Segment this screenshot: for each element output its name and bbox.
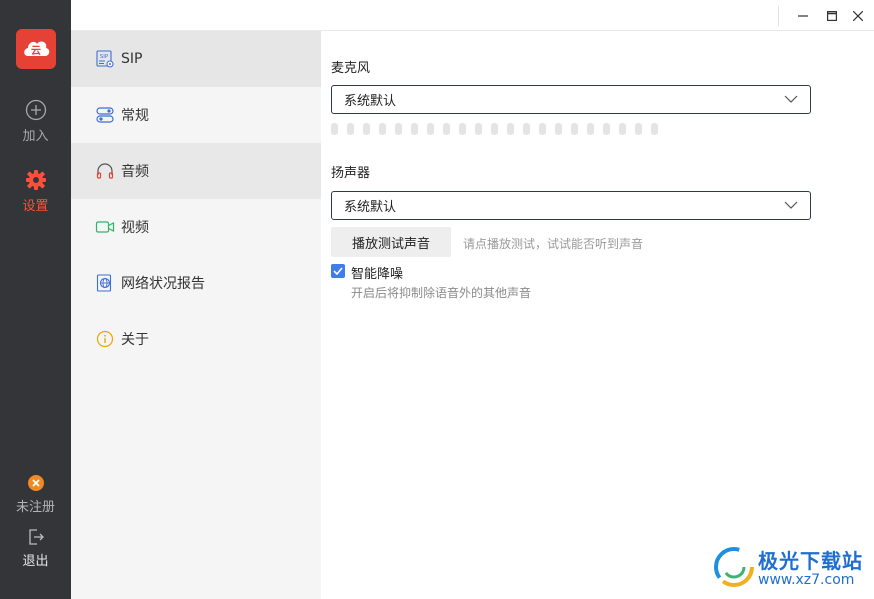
- level-segment: [475, 123, 482, 135]
- watermark-url: www.xz7.com: [758, 572, 855, 588]
- minimize-icon: [798, 15, 808, 17]
- test-sound-hint: 请点播放测试，试试能否听到声音: [463, 237, 644, 251]
- level-segment: [347, 123, 354, 135]
- level-segment: [363, 123, 370, 135]
- rail-join-label: 加入: [22, 129, 49, 144]
- nav-item-label: SIP: [121, 51, 143, 67]
- general-toggle-icon: [95, 105, 115, 125]
- level-segment: [379, 123, 386, 135]
- rail-settings-label: 设置: [22, 199, 49, 214]
- microphone-select[interactable]: 系统默认: [331, 85, 811, 114]
- microphone-selected-value: 系统默认: [344, 94, 397, 109]
- left-rail: 云 加入 设置 未注册 退出: [0, 0, 71, 599]
- close-button[interactable]: [848, 6, 868, 26]
- level-segment: [459, 123, 466, 135]
- nav-item-label: 关于: [121, 332, 149, 348]
- watermark: 极光下载站 www.xz7.com: [712, 543, 868, 591]
- noise-reduction-checkbox[interactable]: [331, 264, 345, 278]
- headphones-icon: [95, 161, 115, 181]
- chevron-down-icon: [784, 95, 798, 103]
- info-icon: [95, 329, 115, 349]
- level-segment: [411, 123, 418, 135]
- minimize-button[interactable]: [793, 6, 813, 26]
- level-segment: [491, 123, 498, 135]
- nav-item-label: 音频: [121, 164, 149, 180]
- nav-item-video[interactable]: 视频: [71, 199, 321, 255]
- speaker-selected-value: 系统默认: [344, 200, 397, 215]
- level-segment: [651, 123, 658, 135]
- close-icon: [853, 11, 863, 21]
- speaker-select[interactable]: 系统默认: [331, 191, 811, 220]
- settings-nav: SIP SIP 常规 音频 视频 网络状况报告 关于: [71, 31, 321, 599]
- gear-icon: [25, 170, 46, 190]
- sip-icon: SIP: [95, 49, 115, 69]
- noise-reduction-description: 开启后将抑制除语音外的其他声音: [351, 286, 532, 300]
- level-segment: [523, 123, 530, 135]
- maximize-button[interactable]: [822, 6, 842, 26]
- video-camera-icon: [95, 217, 115, 237]
- plus-circle-icon: [25, 99, 46, 121]
- close-badge-icon: [27, 475, 44, 491]
- rail-join-button[interactable]: 加入: [0, 99, 71, 144]
- level-segment: [395, 123, 402, 135]
- level-segment: [571, 123, 578, 135]
- noise-reduction-label[interactable]: 智能降噪: [351, 263, 403, 282]
- nav-item-audio[interactable]: 音频: [71, 143, 321, 199]
- watermark-name: 极光下载站: [758, 549, 863, 573]
- rail-logout-button[interactable]: 退出: [0, 528, 71, 569]
- level-segment: [507, 123, 514, 135]
- microphone-level-meter: [331, 123, 658, 135]
- level-segment: [331, 123, 338, 135]
- app-logo: 云: [16, 29, 56, 69]
- level-segment: [619, 123, 626, 135]
- level-segment: [587, 123, 594, 135]
- network-globe-icon: [95, 273, 115, 293]
- logout-icon: [28, 529, 44, 545]
- maximize-icon: [827, 11, 837, 21]
- rail-settings-button[interactable]: 设置: [0, 169, 71, 214]
- rail-logout-label: 退出: [22, 554, 49, 569]
- title-bar: [71, 0, 874, 31]
- svg-text:SIP: SIP: [100, 54, 109, 60]
- nav-item-sip[interactable]: SIP SIP: [71, 31, 321, 87]
- microphone-title: 麦克风: [331, 61, 371, 76]
- speaker-title: 扬声器: [331, 166, 371, 181]
- level-segment: [443, 123, 450, 135]
- nav-item-label: 视频: [121, 220, 149, 236]
- level-segment: [427, 123, 434, 135]
- svg-text:云: 云: [31, 45, 41, 57]
- chevron-down-icon: [784, 201, 798, 209]
- audio-settings-panel: 麦克风 系统默认 扬声器 系统默认 播放测试声音 请点播放测试，试试能否听到声音…: [321, 31, 874, 599]
- level-segment: [635, 123, 642, 135]
- nav-item-network-report[interactable]: 网络状况报告: [71, 255, 321, 311]
- title-bar-divider: [778, 6, 779, 26]
- nav-item-general[interactable]: 常规: [71, 87, 321, 143]
- nav-item-about[interactable]: 关于: [71, 311, 321, 367]
- nav-item-label: 常规: [121, 108, 149, 124]
- swirl-logo-icon: [714, 547, 754, 587]
- nav-item-label: 网络状况报告: [121, 276, 205, 292]
- play-test-sound-button[interactable]: 播放测试声音: [331, 227, 451, 257]
- level-segment: [539, 123, 546, 135]
- cloud-logo-icon: 云: [24, 41, 50, 57]
- checkmark-icon: [333, 267, 343, 275]
- rail-unregistered-label: 未注册: [15, 500, 55, 515]
- level-segment: [603, 123, 610, 135]
- rail-unregistered-status[interactable]: 未注册: [0, 474, 71, 515]
- level-segment: [555, 123, 562, 135]
